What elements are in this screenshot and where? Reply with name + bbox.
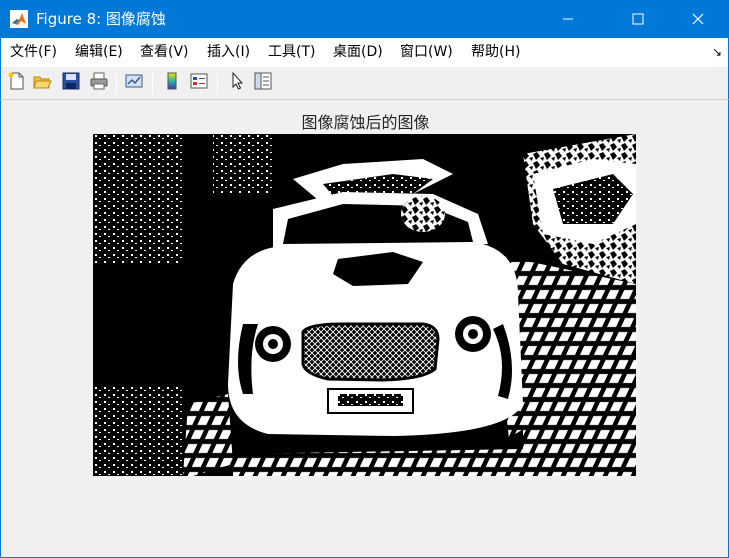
toolbar-separator xyxy=(217,73,218,94)
pointer-button[interactable] xyxy=(226,71,248,95)
new-figure-icon xyxy=(6,71,26,95)
close-button[interactable] xyxy=(675,0,721,38)
colorbar-icon xyxy=(162,71,182,95)
eroded-image-display[interactable] xyxy=(93,134,636,476)
close-icon xyxy=(692,13,704,25)
matlab-logo-icon xyxy=(10,10,28,28)
menu-tools[interactable]: 工具(T) xyxy=(268,44,315,61)
print-button[interactable] xyxy=(88,72,110,94)
figure-canvas[interactable]: 图像腐蚀后的图像 xyxy=(0,100,729,558)
toolbar-separator xyxy=(152,73,153,94)
maximize-icon xyxy=(632,13,644,25)
menu-help[interactable]: 帮助(H) xyxy=(471,44,520,61)
print-icon xyxy=(89,71,109,95)
figure-toolbar xyxy=(0,67,729,100)
menu-bar: 文件(F) 编辑(E) 查看(V) 插入(I) 工具(T) 桌面(D) 窗口(W… xyxy=(0,38,729,67)
minimize-button[interactable] xyxy=(545,0,591,38)
menu-edit[interactable]: 编辑(E) xyxy=(75,44,123,61)
colorbar-button[interactable] xyxy=(161,72,183,94)
menu-desktop[interactable]: 桌面(D) xyxy=(333,44,383,61)
link-plot-button[interactable] xyxy=(123,72,145,94)
toolbar-separator xyxy=(116,73,117,94)
maximize-button[interactable] xyxy=(615,0,661,38)
menu-file[interactable]: 文件(F) xyxy=(10,44,57,61)
window-titlebar[interactable]: Figure 8: 图像腐蚀 xyxy=(0,0,729,38)
menu-window[interactable]: 窗口(W) xyxy=(400,44,453,61)
pointer-icon xyxy=(227,71,247,95)
link-plot-icon xyxy=(124,71,144,95)
property-editor-button[interactable] xyxy=(252,72,274,94)
save-icon xyxy=(61,71,81,95)
new-figure-button[interactable] xyxy=(5,72,27,94)
eroded-binary-image xyxy=(93,134,636,476)
window-title: Figure 8: 图像腐蚀 xyxy=(36,10,166,28)
legend-button[interactable] xyxy=(188,72,210,94)
open-file-button[interactable] xyxy=(31,72,53,94)
axes-title: 图像腐蚀后的图像 xyxy=(301,113,430,132)
property-editor-icon xyxy=(253,71,273,95)
menu-overflow-arrow-icon[interactable]: ↘ xyxy=(712,45,722,59)
menu-insert[interactable]: 插入(I) xyxy=(207,44,250,61)
menu-view[interactable]: 查看(V) xyxy=(140,44,189,61)
minimize-icon xyxy=(562,13,574,25)
legend-icon xyxy=(189,71,209,95)
open-file-icon xyxy=(32,71,52,95)
save-button[interactable] xyxy=(60,72,82,94)
